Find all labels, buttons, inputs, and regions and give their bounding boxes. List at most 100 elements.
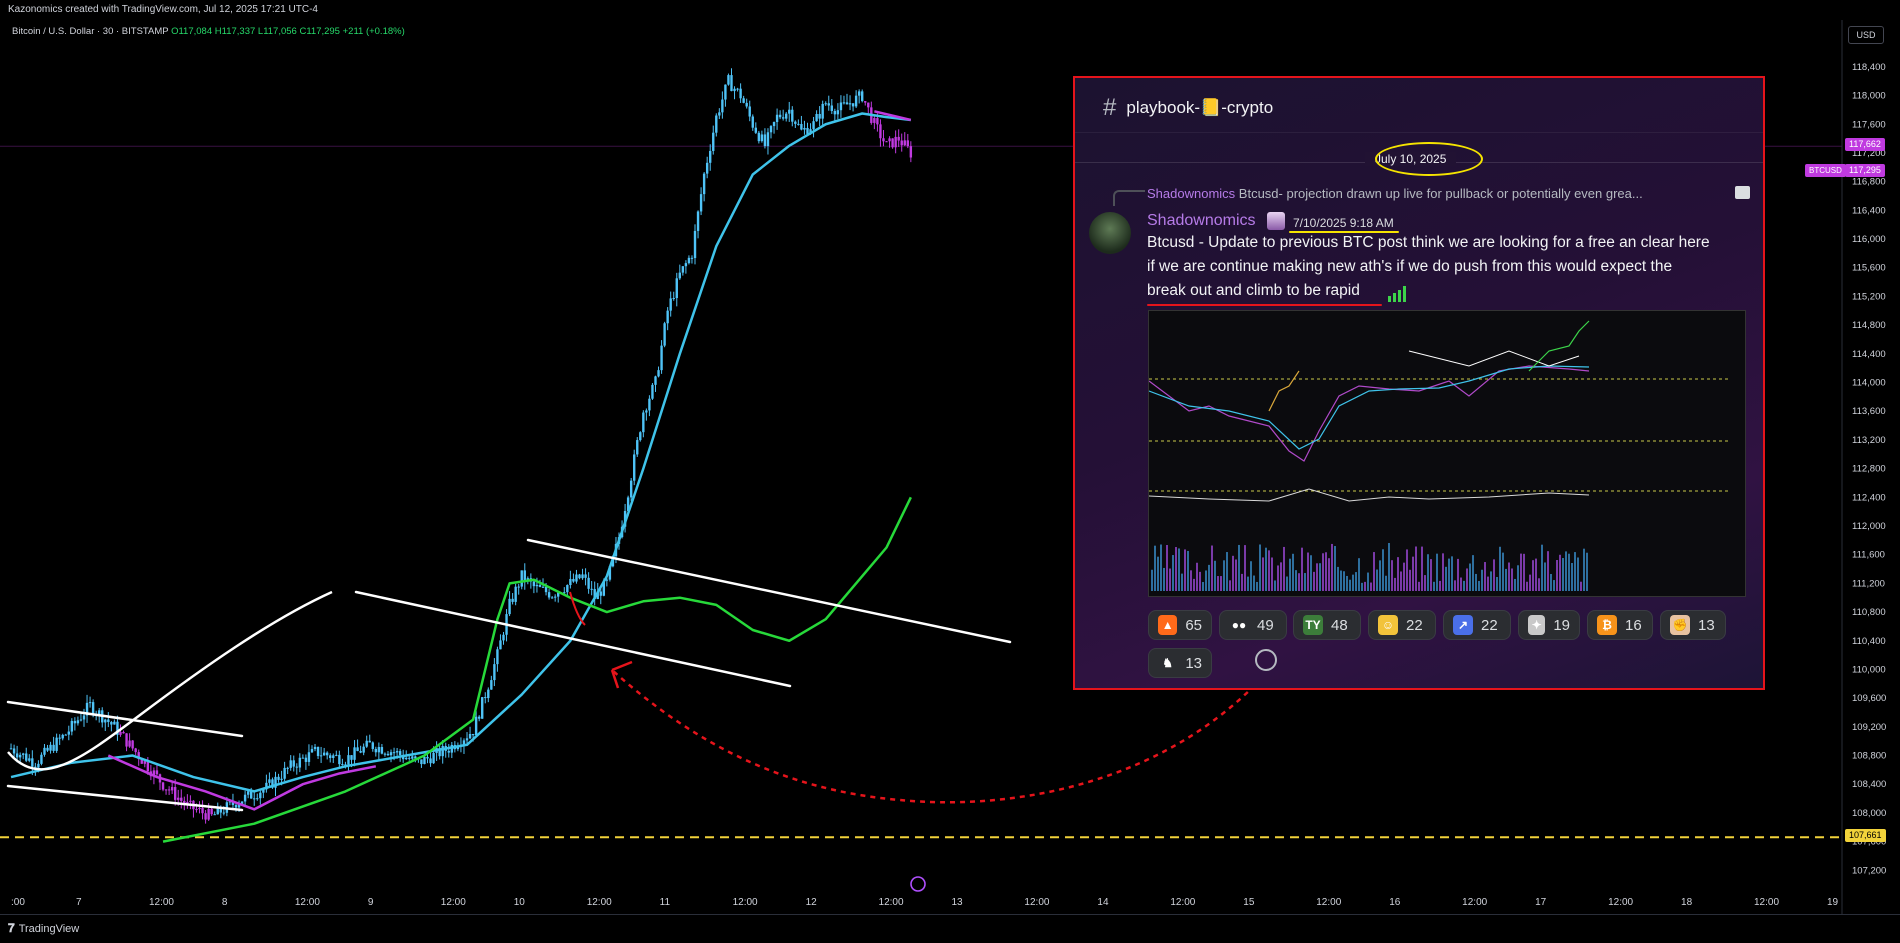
candle-body [28, 758, 31, 761]
embed-volume-bar [1172, 555, 1174, 591]
candle-body [73, 720, 77, 724]
y-tick-label: 118,000 [1852, 91, 1886, 102]
embed-volume-bar [1580, 581, 1582, 591]
candle-body [781, 117, 785, 119]
candle-body [839, 102, 843, 111]
candle-body [131, 740, 134, 749]
candle-body [110, 722, 113, 725]
candle-body [788, 109, 791, 114]
candle-body [180, 797, 183, 801]
channel-header[interactable]: # playbook-📒-crypto [1103, 94, 1273, 122]
x-tick-label: 12:00 [587, 897, 612, 908]
embed-volume-bar [1487, 576, 1489, 591]
embed-volume-bar [1193, 578, 1195, 591]
candle-body [335, 754, 338, 756]
pepe-icon: ✦ [1528, 615, 1546, 635]
candle-body [125, 733, 128, 747]
embed-volume-bar [1364, 581, 1366, 591]
embed-volume-bar [1526, 581, 1528, 591]
y-tick-label: 111,200 [1852, 578, 1885, 589]
reaction-button[interactable]: ▲ 65 [1148, 610, 1212, 640]
embed-volume-bar [1343, 571, 1345, 591]
embed-volume-bar [1511, 568, 1513, 591]
candle-body [705, 162, 709, 174]
embed-volume-bar [1556, 559, 1558, 591]
candle-body [876, 118, 879, 125]
chart-dash-icon: ↗ [1453, 615, 1473, 635]
x-tick-label: 16 [1389, 897, 1401, 908]
reaction-button[interactable]: ♞ 13 [1148, 648, 1212, 678]
candle-body [867, 102, 870, 108]
candle-body [322, 752, 326, 756]
y-tick-label: 111,600 [1852, 550, 1885, 561]
add-reaction-icon[interactable] [1255, 649, 1277, 671]
embed-volume-bar [1541, 544, 1543, 591]
embed-volume-bar [1346, 575, 1348, 591]
embed-volume-bar [1388, 543, 1390, 591]
reaction-button[interactable]: ✦ 19 [1518, 610, 1580, 640]
embed-volume-bar [1214, 560, 1216, 591]
embed-volume-bar [1493, 559, 1495, 591]
candle-body [678, 272, 682, 279]
embed-volume-bar [1439, 580, 1441, 591]
embed-volume-bar [1328, 558, 1330, 591]
reply-preview[interactable]: Shadownomics Btcusd- projection drawn up… [1147, 186, 1707, 201]
candle-body [411, 756, 414, 759]
candle-body [885, 141, 888, 143]
timestamp-highlight-underline [1289, 231, 1399, 233]
candle-body [857, 91, 861, 96]
reaction-button[interactable]: ↗ 22 [1443, 610, 1511, 640]
embedded-chart-image[interactable] [1148, 310, 1746, 597]
embed-volume-bar [1157, 556, 1159, 591]
candle-body [739, 88, 742, 99]
reaction-button[interactable]: ✊ 13 [1660, 610, 1726, 640]
candle-body [748, 106, 751, 117]
currency-button[interactable]: USD [1848, 26, 1884, 44]
avatar[interactable] [1089, 212, 1131, 254]
symbol-legend[interactable]: Bitcoin / U.S. Dollar · 30 · BITSTAMP O1… [12, 26, 405, 37]
candle-body [246, 791, 250, 795]
x-tick-label: 11 [660, 897, 671, 908]
embed-volume-bar [1382, 549, 1384, 591]
ohlc-close: C117,295 [299, 26, 340, 37]
embed-volume-bar [1433, 581, 1435, 591]
author-name[interactable]: Shadownomics [1147, 212, 1256, 230]
candle-body [696, 211, 700, 231]
y-tick-label: 113,600 [1852, 406, 1886, 417]
candle-body [532, 581, 536, 587]
candle-body [757, 132, 761, 142]
embed-volume-bar [1325, 552, 1327, 591]
candle-body [207, 808, 210, 820]
candle-body [502, 634, 505, 641]
embed-volume-bar [1367, 572, 1369, 591]
reaction-button[interactable]: ●● 49 [1219, 610, 1287, 640]
candle-body [177, 797, 180, 800]
candle-body [234, 805, 238, 808]
candle-body [660, 345, 663, 371]
candle-body [295, 766, 298, 768]
reaction-button[interactable]: ₿ 16 [1587, 610, 1653, 640]
ma-blue-line [10, 112, 911, 793]
embed-volume-bar [1184, 549, 1186, 591]
embed-volume-bar [1532, 560, 1534, 591]
candle-body [167, 789, 171, 791]
candle-body [70, 720, 74, 732]
x-tick-label: :00 [11, 897, 25, 908]
reaction-count: 13 [1185, 654, 1202, 672]
embed-volume-bar [1535, 558, 1537, 591]
y-tick-label: 110,400 [1852, 636, 1886, 647]
embed-volume-bar [1418, 581, 1420, 591]
candle-body [249, 791, 253, 799]
embed-volume-bar [1190, 570, 1192, 591]
y-tick-label: 110,800 [1852, 607, 1886, 618]
candle-body [778, 114, 782, 118]
reaction-button[interactable]: TY 48 [1293, 610, 1361, 640]
tv-logo-text: TradingView [18, 922, 80, 935]
candle-body [307, 752, 311, 762]
candle-body [310, 749, 314, 753]
candle-body [791, 109, 794, 122]
embed-volume-bar [1205, 570, 1207, 591]
candle-body [845, 102, 849, 105]
date-highlight-circle [1375, 142, 1483, 176]
reaction-button[interactable]: ☺ 22 [1368, 610, 1436, 640]
